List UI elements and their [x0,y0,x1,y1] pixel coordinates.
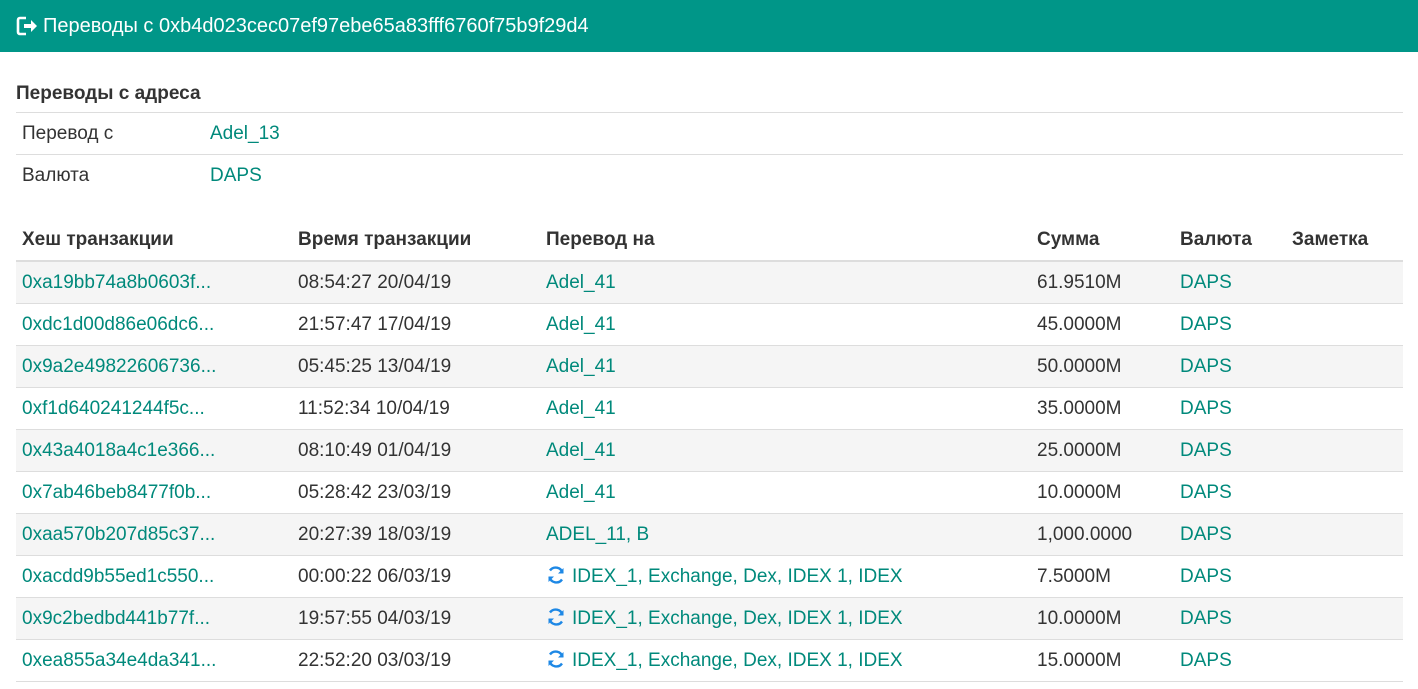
tx-to-link[interactable]: Adel_41 [546,440,616,461]
tx-time: 20:27:39 18/03/19 [292,513,540,556]
tx-hash-link[interactable]: 0x9c2bedbd441b77f... [22,608,210,629]
tx-currency-link[interactable]: DAPS [1180,314,1232,335]
tx-amount: 10.0000M [1031,471,1174,514]
tx-to-link[interactable]: Adel_41 [546,482,616,503]
tx-currency-link[interactable]: DAPS [1180,398,1232,419]
table-header-row: Хеш транзакции Время транзакции Перевод … [16,219,1403,262]
tx-note [1286,471,1403,514]
col-time: Время транзакции [292,219,540,262]
tx-to-link[interactable]: IDEX_1, Exchange, Dex, IDEX 1, IDEX [572,608,903,629]
tx-to-link[interactable]: ADEL_11, B [546,524,649,545]
tx-amount: 1,000.0000 [1031,513,1174,556]
summary-row-currency: Валюта DAPS [16,155,1403,197]
exchange-refresh-icon [546,649,566,669]
table-row: 0xf1d640241244f5c... 11:52:34 10/04/19 Ade… [16,387,1403,430]
tx-hash-link[interactable]: 0xaa570b207d85c37... [22,524,215,545]
tx-note [1286,261,1403,304]
col-amount: Сумма [1031,219,1174,262]
tx-hash-link[interactable]: 0x7ab46beb8477f0b... [22,482,211,503]
col-note: Заметка [1286,219,1403,262]
table-row: 0x9a2e49822606736... 05:45:25 13/04/19 Ade… [16,345,1403,388]
table-row: 0xaa570b207d85c37... 20:27:39 18/03/19 ADE… [16,513,1403,556]
tx-time: 22:52:20 03/03/19 [292,639,540,682]
summary-table: Перевод с Adel_13 Валюта DAPS [16,112,1403,196]
tx-hash-link[interactable]: 0xea855a34e4da341... [22,650,216,671]
tx-currency-link[interactable]: DAPS [1180,272,1232,293]
tx-time: 08:54:27 20/04/19 [292,261,540,304]
tx-currency-link[interactable]: DAPS [1180,356,1232,377]
tx-currency-link[interactable]: DAPS [1180,524,1232,545]
from-address-link[interactable]: Adel_13 [210,123,280,144]
tx-to-link[interactable]: Adel_41 [546,356,616,377]
table-row: 0xea855a34e4da341... 22:52:20 03/03/19 IDE… [16,639,1403,682]
summary-key: Перевод с [16,112,204,155]
tx-amount: 7.5000M [1031,555,1174,598]
tx-to-link[interactable]: Adel_41 [546,314,616,335]
tx-hash-link[interactable]: 0xf1d640241244f5c... [22,398,205,419]
tx-to-link[interactable]: IDEX_1, Exchange, Dex, IDEX 1, IDEX [572,566,903,587]
tx-to-link[interactable]: Adel_41 [546,272,616,293]
summary-key: Валюта [22,164,90,186]
tx-time: 05:45:25 13/04/19 [292,345,540,388]
col-currency: Валюта [1174,219,1286,262]
tx-currency-link[interactable]: DAPS [1180,608,1232,629]
tx-time: 11:52:34 10/04/19 [292,387,540,430]
tx-time: 21:57:47 17/04/19 [292,303,540,346]
currency-link[interactable]: DAPS [210,165,262,186]
tx-amount: 15.0000M [1031,639,1174,682]
transactions-table: Хеш транзакции Время транзакции Перевод … [16,219,1403,682]
tx-amount: 35.0000M [1031,387,1174,430]
tx-note [1286,303,1403,346]
tx-to-link[interactable]: Adel_41 [546,398,616,419]
tx-amount: 61.9510M [1031,261,1174,304]
table-row: 0x7ab46beb8477f0b... 05:28:42 23/03/19 Ade… [16,471,1403,514]
tx-time: 00:00:22 06/03/19 [292,555,540,598]
tx-note [1286,513,1403,556]
tx-hash-link[interactable]: 0x43a4018a4c1e366... [22,440,215,461]
tx-time: 05:28:42 23/03/19 [292,471,540,514]
col-to: Перевод на [540,219,1031,262]
tx-currency-link[interactable]: DAPS [1180,566,1232,587]
tx-amount: 25.0000M [1031,429,1174,472]
tx-currency-link[interactable]: DAPS [1180,650,1232,671]
tx-hash-link[interactable]: 0xa19bb74a8b0603f... [22,272,211,293]
table-row: 0x43a4018a4c1e366... 08:10:49 01/04/19 Ade… [16,429,1403,472]
tx-note [1286,555,1403,598]
table-row: 0xdc1d00d86e06dc6... 21:57:47 17/04/19 Ade… [16,303,1403,346]
table-row: 0xacdd9b55ed1c550... 00:00:22 06/03/19 IDE… [16,555,1403,598]
page-header: Переводы с 0xb4d023cec07ef97ebe65a83fff6… [0,0,1418,52]
table-row: 0x9c2bedbd441b77f... 19:57:55 04/03/19 IDE… [16,597,1403,640]
tx-note [1286,597,1403,640]
tx-note [1286,345,1403,388]
tx-note [1286,387,1403,430]
tx-currency-link[interactable]: DAPS [1180,482,1232,503]
exchange-refresh-icon [546,607,566,627]
exchange-refresh-icon [546,565,566,585]
page-title: Переводы с 0xb4d023cec07ef97ebe65a83fff6… [43,14,589,37]
table-row: 0xa19bb74a8b0603f... 08:54:27 20/04/19 Ade… [16,261,1403,304]
sign-out-icon [16,15,38,37]
tx-time: 19:57:55 04/03/19 [292,597,540,640]
tx-hash-link[interactable]: 0xdc1d00d86e06dc6... [22,314,214,335]
tx-amount: 45.0000M [1031,303,1174,346]
tx-note [1286,429,1403,472]
summary-row-from: Перевод с Adel_13 [16,112,1403,155]
tx-amount: 10.0000M [1031,597,1174,640]
tx-to-link[interactable]: IDEX_1, Exchange, Dex, IDEX 1, IDEX [572,650,903,671]
section-title: Переводы с адреса [16,83,201,104]
tx-hash-link[interactable]: 0x9a2e49822606736... [22,356,216,377]
tx-currency-link[interactable]: DAPS [1180,440,1232,461]
tx-note [1286,639,1403,682]
col-hash: Хеш транзакции [16,219,292,262]
tx-time: 08:10:49 01/04/19 [292,429,540,472]
tx-amount: 50.0000M [1031,345,1174,388]
tx-hash-link[interactable]: 0xacdd9b55ed1c550... [22,566,214,587]
